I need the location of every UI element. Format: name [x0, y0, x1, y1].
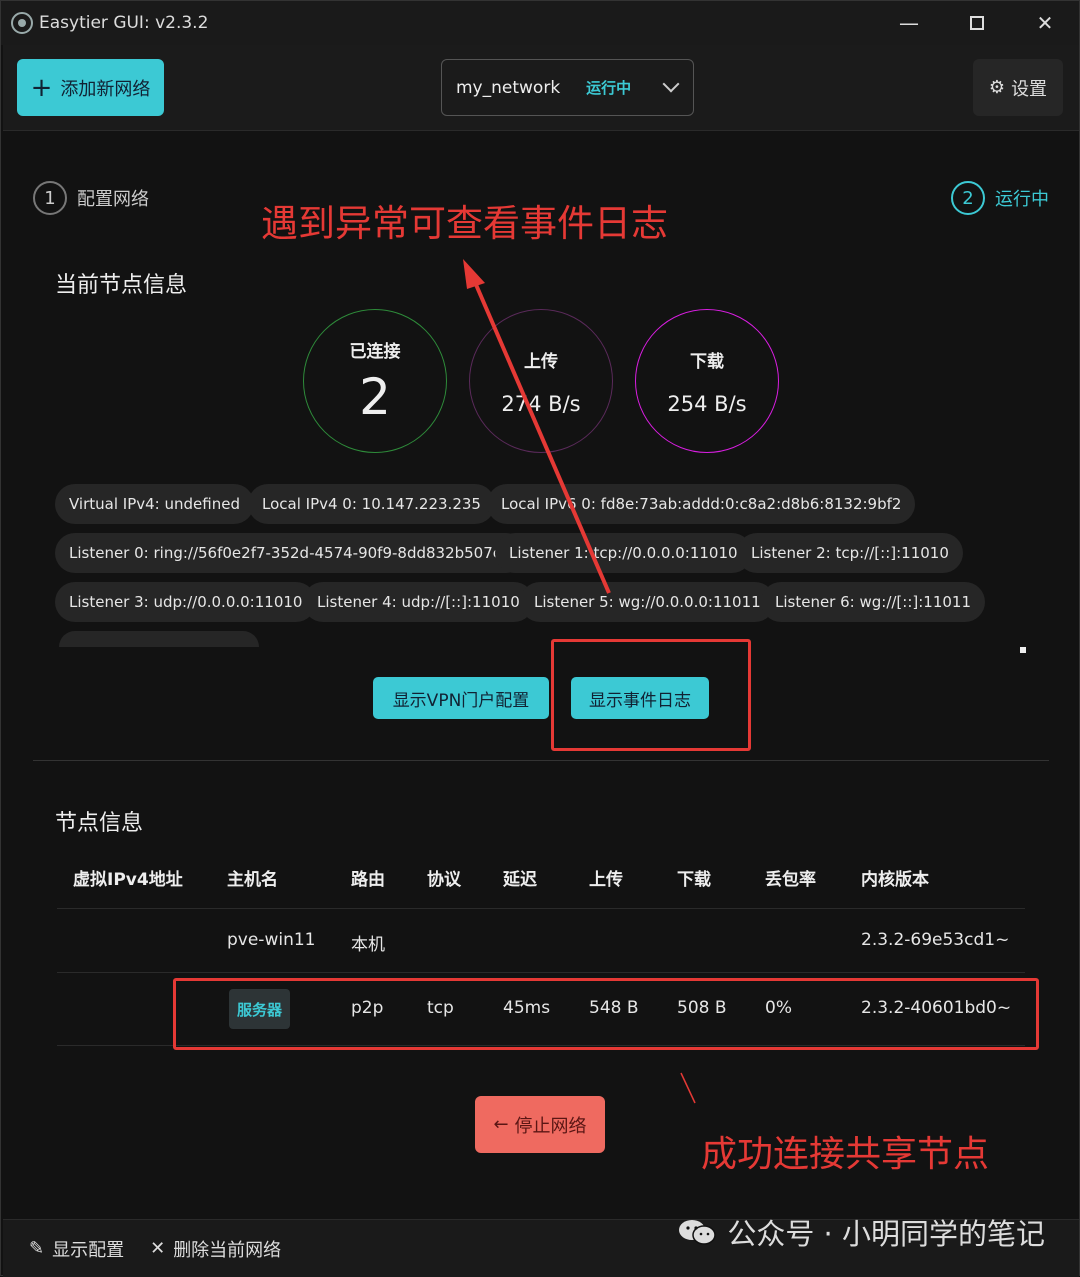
annotation-box-peer-row	[173, 978, 1039, 1050]
show-config-button[interactable]: ✎ 显示配置	[29, 1236, 124, 1262]
delete-network-button[interactable]: ✕ 删除当前网络	[150, 1236, 281, 1262]
stop-network-button[interactable]: ← 停止网络	[475, 1096, 605, 1153]
show-config-label: 显示配置	[52, 1239, 125, 1261]
annotation-peer-connected: 成功连接共享节点	[701, 1134, 990, 1175]
annotation-arrow	[463, 259, 696, 1104]
stop-network-label: 停止网络	[514, 1115, 587, 1137]
arrow-left-icon: ←	[493, 1114, 509, 1135]
app-window: Easytier GUI: v2.3.2 — ✕ + 添加新网络 my_netw…	[0, 0, 1080, 1277]
annotation-box-event-log	[551, 639, 751, 751]
wechat-icon	[679, 1220, 717, 1245]
close-icon: ✕	[150, 1238, 166, 1259]
watermark: 公众号 · 小明同学的笔记	[677, 1211, 1045, 1253]
delete-network-label: 删除当前网络	[173, 1239, 282, 1261]
edit-document-icon: ✎	[29, 1238, 45, 1259]
watermark-text: 公众号 · 小明同学的笔记	[727, 1217, 1045, 1251]
